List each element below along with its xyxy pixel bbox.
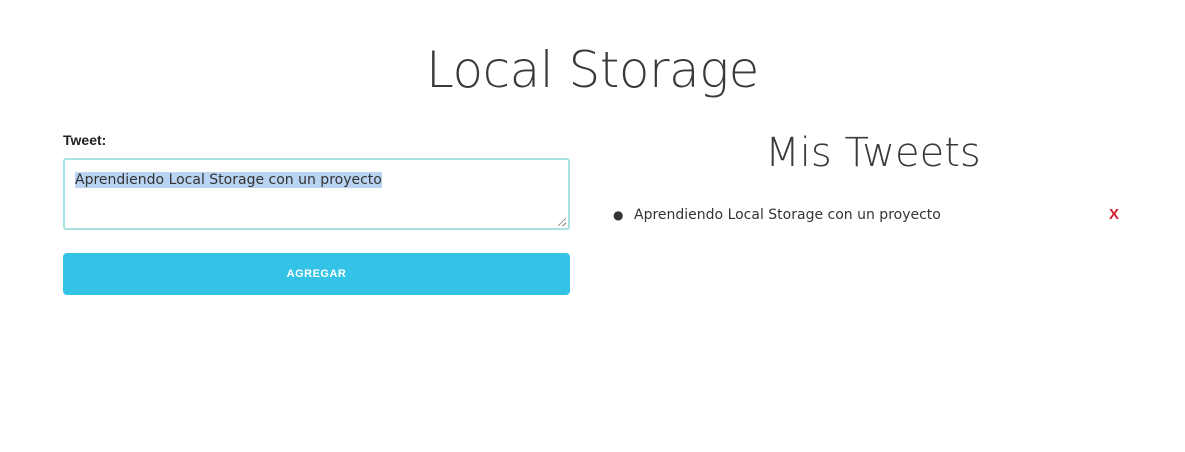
tweet-textarea-value: Aprendiendo Local Storage con un proyect…: [75, 172, 382, 188]
list-item: ● Aprendiendo Local Storage con un proye…: [610, 204, 1130, 226]
tweet-text: Aprendiendo Local Storage con un proyect…: [634, 207, 941, 223]
tweet-form: Tweet: Aprendiendo Local Storage con un …: [63, 131, 570, 295]
delete-tweet-button[interactable]: X: [1109, 204, 1119, 226]
tweet-list: ● Aprendiendo Local Storage con un proye…: [610, 204, 1130, 226]
page-title: Local Storage: [426, 41, 759, 99]
tweet-textarea[interactable]: Aprendiendo Local Storage con un proyect…: [63, 158, 570, 230]
tweets-panel: Mis Tweets ● Aprendiendo Local Storage c…: [610, 124, 1130, 226]
add-button[interactable]: AGREGAR: [63, 253, 570, 295]
resize-handle-icon[interactable]: [558, 218, 566, 226]
page: Local Storage Tweet: Aprendiendo Local S…: [0, 0, 1185, 452]
bullet-icon: ●: [613, 208, 624, 222]
tweets-title: Mis Tweets: [765, 130, 981, 176]
tweet-label: Tweet:: [63, 132, 107, 148]
